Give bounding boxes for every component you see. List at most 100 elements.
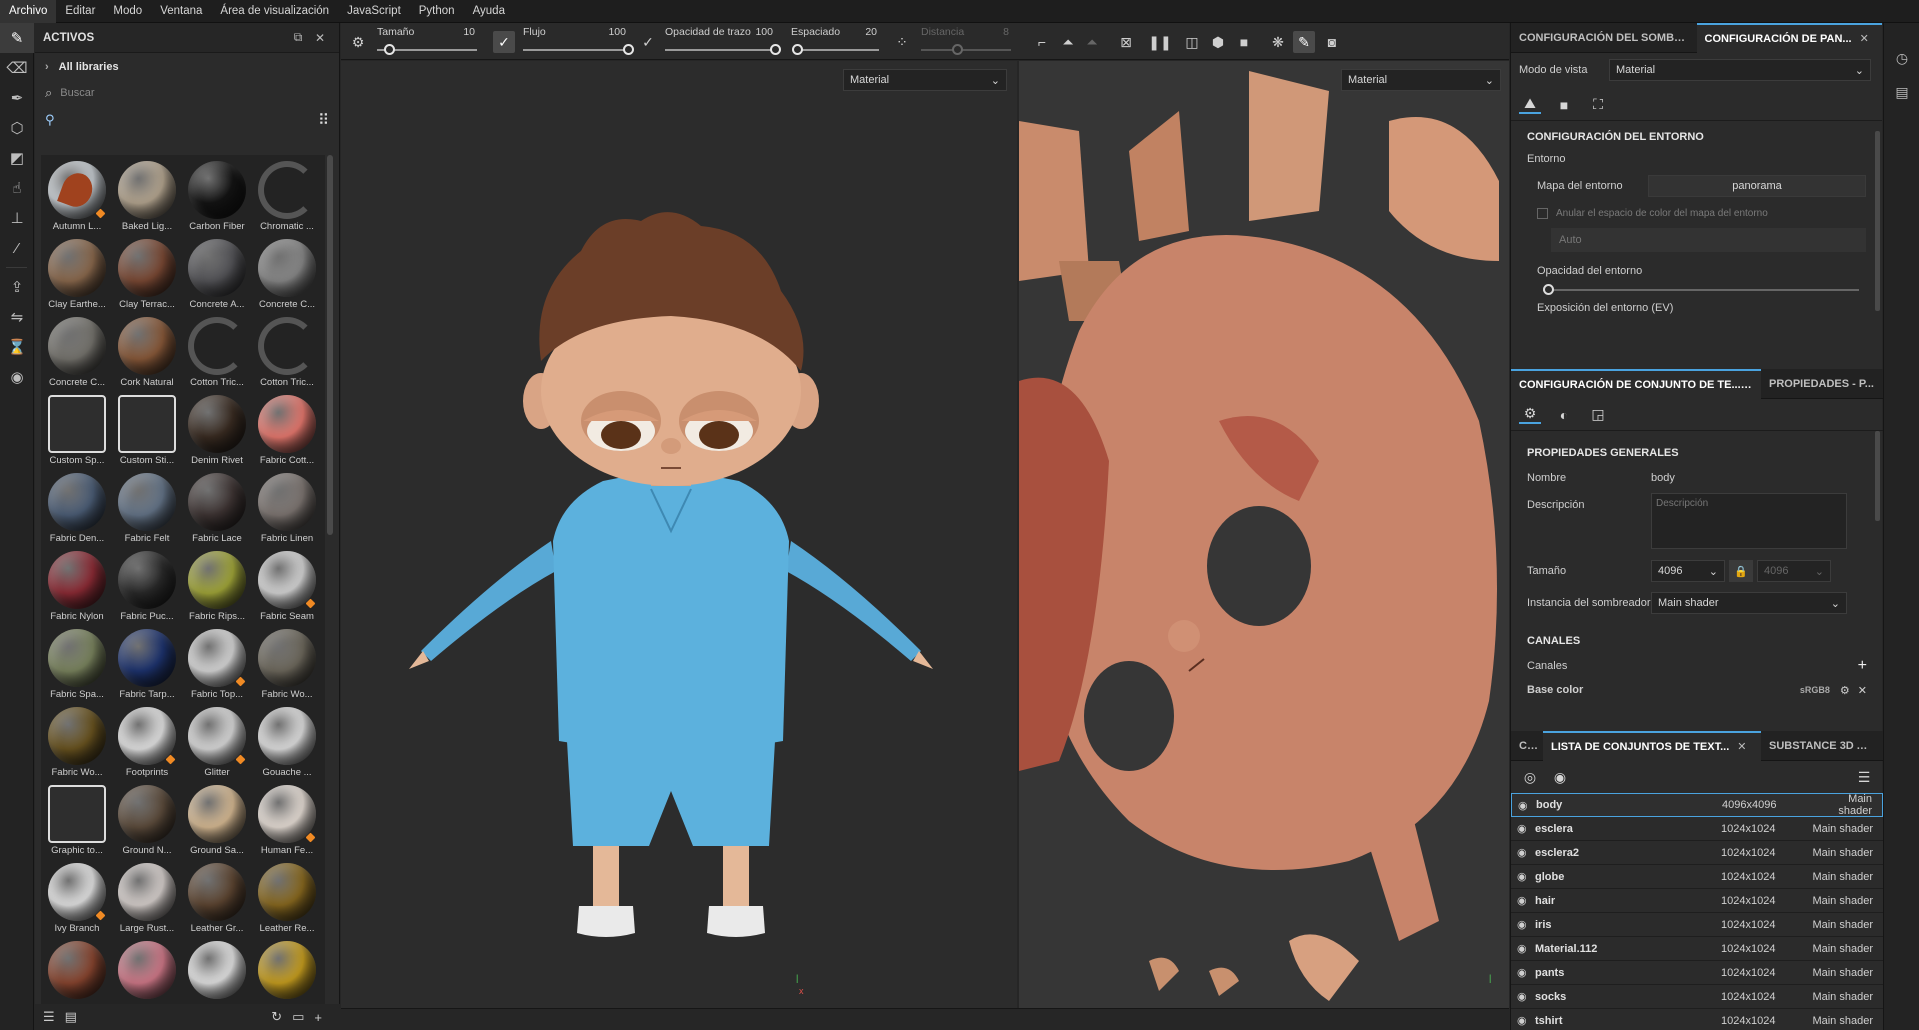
size-slider[interactable]: Tamaño 10: [371, 23, 481, 60]
asset-tile[interactable]: Fabric Lace: [183, 469, 251, 547]
asset-tile[interactable]: [113, 937, 181, 1005]
eye-icon[interactable]: ◉: [1517, 966, 1535, 979]
env-map-field[interactable]: panorama: [1647, 175, 1866, 197]
asset-tile[interactable]: Fabric Den...: [43, 469, 111, 547]
geometry-fill-icon[interactable]: ⬡: [0, 113, 34, 143]
annotation-icon[interactable]: ⌛: [0, 332, 34, 362]
screenshot-icon[interactable]: ◙: [1321, 31, 1343, 53]
tab-layers[interactable]: C...: [1511, 731, 1543, 761]
texset-row[interactable]: ◉ esclera 1024x1024 Main shader: [1511, 817, 1883, 841]
distance-slider[interactable]: Distancia 8: [915, 23, 1015, 60]
eye-icon[interactable]: ◉: [1518, 799, 1536, 812]
tab-texset-settings[interactable]: CONFIGURACIÓN DE CONJUNTO DE TE... ✕: [1511, 368, 1761, 399]
eye-icon[interactable]: ◉: [1517, 942, 1535, 955]
remove-channel-icon[interactable]: ✕: [1858, 684, 1867, 697]
texset-scrollbar[interactable]: [1875, 431, 1880, 521]
asset-tile[interactable]: Leather Gr...: [183, 859, 251, 937]
uv-icon[interactable]: ◲: [1587, 406, 1609, 423]
texset-row[interactable]: ◉ tshirt 1024x1024 Main shader: [1511, 1009, 1883, 1030]
asset-tile[interactable]: Fabric Felt: [113, 469, 181, 547]
colorspace-auto-field[interactable]: Auto: [1551, 228, 1866, 252]
asset-tile[interactable]: Clay Earthe...: [43, 235, 111, 313]
eye-icon[interactable]: ◉: [1517, 870, 1535, 883]
asset-tile[interactable]: Fabric Spa...: [43, 625, 111, 703]
stroke-pressure-icon[interactable]: ✓: [637, 31, 659, 53]
library-selector[interactable]: › All libraries: [35, 53, 339, 81]
bake-mesh-icon[interactable]: ◐: [1553, 407, 1575, 423]
asset-tile[interactable]: Fabric Puc...: [113, 547, 181, 625]
lock-icon[interactable]: 🔒: [1729, 560, 1753, 582]
tab-texset-list[interactable]: LISTA DE CONJUNTOS DE TEXT... ✕: [1543, 730, 1761, 761]
settings-icon[interactable]: ⚙: [1840, 684, 1850, 697]
texset-row[interactable]: ◉ body 4096x4096 Main shader: [1511, 793, 1883, 817]
asset-tile[interactable]: Denim Rivet: [183, 391, 251, 469]
env-opacity-slider[interactable]: [1543, 283, 1859, 297]
asset-tile[interactable]: Fabric Tarp...: [113, 625, 181, 703]
shader-scrollbar[interactable]: [1875, 131, 1880, 311]
asset-tile[interactable]: Footprints: [113, 703, 181, 781]
grid-view-icon[interactable]: ⠿: [318, 111, 329, 129]
asset-tile[interactable]: Human Fe...: [253, 781, 321, 859]
spacing-knob[interactable]: [792, 43, 803, 55]
stroke-opacity-slider[interactable]: Opacidad de trazo 100: [659, 23, 781, 60]
asset-tile[interactable]: Fabric Top...: [183, 625, 251, 703]
asset-tile[interactable]: Ground N...: [113, 781, 181, 859]
menu-ventana[interactable]: Ventana: [151, 0, 211, 23]
asset-tile[interactable]: Baked Lig...: [113, 157, 181, 235]
flow-knob[interactable]: [623, 43, 634, 55]
menu-javascript[interactable]: JavaScript: [338, 0, 410, 23]
environment-icon[interactable]: ⛰: [1519, 95, 1541, 114]
asset-tile[interactable]: Concrete A...: [183, 235, 251, 313]
menu-editar[interactable]: Editar: [56, 0, 104, 23]
size-knob[interactable]: [384, 43, 395, 55]
texset-row[interactable]: ◉ globe 1024x1024 Main shader: [1511, 865, 1883, 889]
view-mode-select[interactable]: Material ⌄: [1609, 59, 1871, 81]
menu-icon[interactable]: ☰: [1853, 769, 1875, 786]
filter-icon[interactable]: ⚲: [45, 112, 55, 128]
hide-all-icon[interactable]: ◎: [1519, 769, 1541, 786]
symmetry-icon[interactable]: ⌐: [1031, 31, 1053, 53]
history-icon[interactable]: ◷: [1884, 43, 1919, 73]
size-select-2[interactable]: 4096 ⌄: [1757, 560, 1831, 582]
details-view-icon[interactable]: ▤: [65, 1009, 77, 1025]
texset-settings-icon[interactable]: ⚙: [1519, 405, 1541, 424]
asset-tile[interactable]: Glitter: [183, 703, 251, 781]
viewport-2d[interactable]: Material ⌄ |: [1019, 61, 1509, 1008]
close-icon[interactable]: ✕: [1860, 33, 1869, 45]
color-picker-icon[interactable]: ⁄: [0, 233, 34, 263]
asset-tile[interactable]: Fabric Nylon: [43, 547, 111, 625]
eraser-icon[interactable]: ⌫: [0, 53, 34, 83]
menu-modo[interactable]: Modo: [104, 0, 151, 23]
add-channel-icon[interactable]: +: [1858, 657, 1867, 675]
texset-row[interactable]: ◉ esclera2 1024x1024 Main shader: [1511, 841, 1883, 865]
distance-knob[interactable]: [952, 43, 963, 55]
asset-tile[interactable]: Cotton Tric...: [253, 313, 321, 391]
size-select[interactable]: 4096 ⌄: [1651, 560, 1725, 582]
mask-icon[interactable]: ⊠: [1115, 31, 1137, 53]
asset-tile[interactable]: Fabric Cott...: [253, 391, 321, 469]
mirror-off-icon[interactable]: ⏶: [1081, 31, 1103, 53]
lazy-mouse-icon[interactable]: ⁘: [891, 31, 913, 53]
stroke-opacity-knob[interactable]: [770, 43, 781, 55]
name-value[interactable]: body: [1651, 472, 1675, 484]
asset-tile[interactable]: Fabric Wo...: [253, 625, 321, 703]
paint-mode-icon[interactable]: ✎: [1293, 31, 1315, 53]
eye-icon[interactable]: ◉: [1517, 918, 1535, 931]
cube-icon[interactable]: ⬢: [1207, 31, 1229, 53]
tab-display-settings[interactable]: CONFIGURACIÓN DE PAN... ✕: [1696, 22, 1882, 53]
asset-tile[interactable]: Custom Sti...: [113, 391, 181, 469]
asset-tile[interactable]: Fabric Wo...: [43, 703, 111, 781]
asset-tile[interactable]: [43, 937, 111, 1005]
asset-tile[interactable]: Autumn L...: [43, 157, 111, 235]
record-icon[interactable]: ◉: [0, 362, 34, 392]
mirror-icon[interactable]: ⏶: [1057, 31, 1079, 53]
close-icon[interactable]: ✕: [309, 31, 331, 45]
bake-icon[interactable]: ⇪: [0, 272, 34, 302]
asset-tile[interactable]: Concrete C...: [43, 313, 111, 391]
asset-tile[interactable]: Cork Natural: [113, 313, 181, 391]
spacing-slider[interactable]: Espaciado 20: [787, 23, 883, 60]
asset-tile[interactable]: Fabric Linen: [253, 469, 321, 547]
list-view-icon[interactable]: ☰: [43, 1009, 55, 1025]
paint-brush-icon[interactable]: ✎: [0, 23, 34, 53]
asset-tile[interactable]: Custom Sp...: [43, 391, 111, 469]
